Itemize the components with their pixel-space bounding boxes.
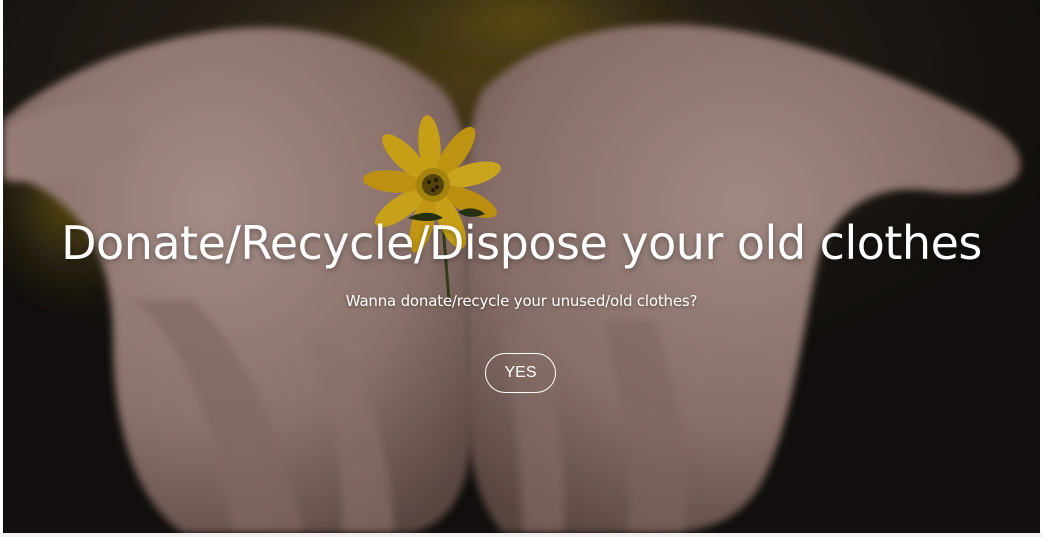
hero-title: Donate/Recycle/Dispose your old clothes: [61, 216, 982, 270]
page-bottom-divider: [0, 533, 1043, 537]
yes-button[interactable]: YES: [485, 353, 556, 393]
hero-banner: Donate/Recycle/Dispose your old clothes …: [3, 0, 1040, 533]
hero-subtitle: Wanna donate/recycle your unused/old clo…: [345, 292, 698, 310]
